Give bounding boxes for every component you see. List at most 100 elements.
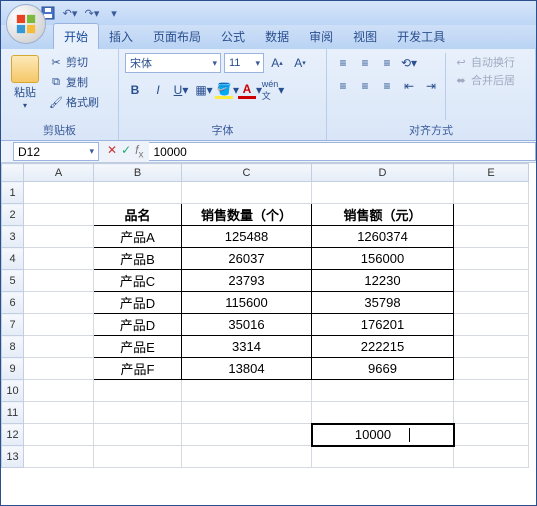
table-cell[interactable]: 产品E (94, 336, 182, 358)
row-header[interactable]: 9 (2, 358, 24, 380)
group-alignment-label: 对齐方式 (333, 120, 529, 138)
indent-decrease-icon[interactable]: ⇤ (399, 76, 419, 96)
copy-icon: ⧉ (49, 75, 63, 89)
tab-developer[interactable]: 开发工具 (387, 24, 455, 49)
table-cell[interactable]: 176201 (312, 314, 454, 336)
text-cursor-icon (409, 428, 410, 442)
row-header[interactable]: 12 (2, 424, 24, 446)
table-header[interactable]: 销售额（元） (312, 204, 454, 226)
cut-label: 剪切 (66, 54, 88, 70)
undo-icon[interactable]: ↶▾ (61, 4, 79, 22)
col-header[interactable]: E (454, 164, 529, 182)
table-cell[interactable]: 222215 (312, 336, 454, 358)
tab-data[interactable]: 数据 (255, 24, 299, 49)
enter-icon[interactable]: ✓ (121, 143, 131, 160)
name-box[interactable]: D12 (13, 142, 99, 161)
table-cell[interactable]: 13804 (182, 358, 312, 380)
row-header[interactable]: 4 (2, 248, 24, 270)
border-button[interactable]: ▦▾ (194, 80, 214, 100)
group-clipboard-label: 剪贴板 (7, 120, 112, 138)
wrap-text-button[interactable]: ↩自动换行 (452, 53, 517, 71)
row-header[interactable]: 6 (2, 292, 24, 314)
align-bottom-icon[interactable]: ≡ (377, 53, 397, 73)
table-cell[interactable]: 产品C (94, 270, 182, 292)
cut-button[interactable]: ✂剪切 (47, 53, 101, 71)
wrap-label: 自动换行 (471, 54, 515, 70)
italic-button[interactable]: I (148, 80, 168, 100)
name-box-value: D12 (18, 145, 40, 159)
group-alignment: ≡ ≡ ≡ ⟲▾ ≡ ≡ ≡ ⇤ ⇥ ↩自动换行 ⬌合并后居 对齐方式 (327, 49, 536, 140)
table-cell[interactable]: 产品A (94, 226, 182, 248)
align-left-icon[interactable]: ≡ (333, 76, 353, 96)
col-header[interactable]: D (312, 164, 454, 182)
fill-color-button[interactable]: 🪣▾ (217, 80, 237, 100)
table-cell[interactable]: 3314 (182, 336, 312, 358)
table-cell[interactable]: 产品D (94, 292, 182, 314)
table-cell[interactable]: 125488 (182, 226, 312, 248)
grow-font-icon[interactable]: A▴ (267, 53, 287, 73)
shrink-font-icon[interactable]: A▾ (290, 53, 310, 73)
align-middle-icon[interactable]: ≡ (355, 53, 375, 73)
font-family-select[interactable]: 宋体 (125, 53, 221, 73)
row-header[interactable]: 5 (2, 270, 24, 292)
bold-button[interactable]: B (125, 80, 145, 100)
copy-label: 复制 (66, 74, 88, 90)
table-cell[interactable]: 156000 (312, 248, 454, 270)
phonetic-button[interactable]: wén文▾ (263, 80, 283, 100)
table-cell[interactable]: 35798 (312, 292, 454, 314)
table-cell[interactable]: 9669 (312, 358, 454, 380)
office-button[interactable] (6, 4, 46, 44)
tab-view[interactable]: 视图 (343, 24, 387, 49)
table-cell[interactable]: 35016 (182, 314, 312, 336)
paste-icon (11, 55, 39, 83)
redo-icon[interactable]: ↷▾ (83, 4, 101, 22)
table-cell[interactable]: 产品D (94, 314, 182, 336)
table-cell[interactable]: 产品F (94, 358, 182, 380)
row-header[interactable]: 10 (2, 380, 24, 402)
tab-page-layout[interactable]: 页面布局 (143, 24, 211, 49)
tab-home[interactable]: 开始 (53, 23, 99, 49)
format-painter-label: 格式刷 (66, 94, 99, 110)
qat-customize-icon[interactable]: ▾ (105, 4, 123, 22)
formula-input[interactable]: 10000 (149, 142, 536, 161)
active-cell-editing[interactable]: 10000 (312, 424, 454, 446)
col-header[interactable]: C (182, 164, 312, 182)
font-size-select[interactable]: 11 (224, 53, 264, 73)
align-top-icon[interactable]: ≡ (333, 53, 353, 73)
row-header[interactable]: 1 (2, 182, 24, 204)
orientation-icon[interactable]: ⟲▾ (399, 53, 419, 73)
col-header[interactable]: A (24, 164, 94, 182)
align-right-icon[interactable]: ≡ (377, 76, 397, 96)
table-cell[interactable]: 产品B (94, 248, 182, 270)
row-header[interactable]: 3 (2, 226, 24, 248)
table-header[interactable]: 销售数量（个） (182, 204, 312, 226)
font-color-button[interactable]: A▾ (240, 80, 260, 100)
fx-icon[interactable]: fx (135, 143, 143, 160)
indent-increase-icon[interactable]: ⇥ (421, 76, 441, 96)
paste-button[interactable]: 粘贴 ▾ (7, 53, 43, 120)
row-header[interactable]: 8 (2, 336, 24, 358)
table-cell[interactable]: 115600 (182, 292, 312, 314)
table-header[interactable]: 品名 (94, 204, 182, 226)
underline-button[interactable]: U▾ (171, 80, 191, 100)
tab-formulas[interactable]: 公式 (211, 24, 255, 49)
tab-insert[interactable]: 插入 (99, 24, 143, 49)
column-headers[interactable]: A B C D E (2, 164, 529, 182)
col-header[interactable]: B (94, 164, 182, 182)
table-cell[interactable]: 1260374 (312, 226, 454, 248)
tab-review[interactable]: 审阅 (299, 24, 343, 49)
select-all-corner[interactable] (2, 164, 24, 182)
table-cell[interactable]: 26037 (182, 248, 312, 270)
merge-center-button[interactable]: ⬌合并后居 (452, 71, 517, 89)
table-cell[interactable]: 12230 (312, 270, 454, 292)
cancel-icon[interactable]: ✕ (107, 143, 117, 160)
align-center-icon[interactable]: ≡ (355, 76, 375, 96)
format-painter-button[interactable]: 🖌格式刷 (47, 93, 101, 111)
grid[interactable]: A B C D E 1 2 品名 销售数量（个） 销售额（元） 3 产品A 12… (1, 163, 529, 468)
row-header[interactable]: 13 (2, 446, 24, 468)
row-header[interactable]: 2 (2, 204, 24, 226)
row-header[interactable]: 11 (2, 402, 24, 424)
row-header[interactable]: 7 (2, 314, 24, 336)
copy-button[interactable]: ⧉复制 (47, 73, 101, 91)
table-cell[interactable]: 23793 (182, 270, 312, 292)
